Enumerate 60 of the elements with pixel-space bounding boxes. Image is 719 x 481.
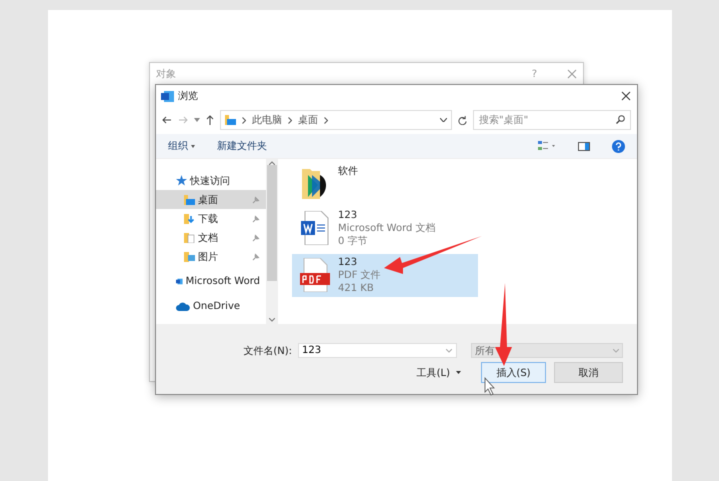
scroll-down-icon[interactable] bbox=[269, 318, 275, 322]
word-document-icon bbox=[301, 211, 329, 245]
dialog-title: 对象 bbox=[156, 68, 177, 81]
sidebar-item[interactable]: 快速访问 bbox=[156, 171, 266, 190]
pin-icon[interactable] bbox=[252, 196, 260, 204]
chevron-down-icon bbox=[446, 349, 452, 353]
breadcrumb-item[interactable]: 桌面 bbox=[298, 113, 318, 127]
pin-icon[interactable] bbox=[252, 234, 260, 242]
search-field[interactable]: 搜索"桌面" bbox=[473, 110, 631, 130]
caret-icon[interactable] bbox=[194, 118, 200, 122]
up-arrow-icon[interactable] bbox=[206, 115, 214, 125]
file-item[interactable]: 软件 bbox=[292, 163, 478, 203]
chevron-right-icon[interactable] bbox=[288, 116, 292, 124]
preview-pane-icon[interactable] bbox=[578, 142, 590, 150]
chevron-right-icon[interactable] bbox=[242, 116, 246, 124]
caret-icon bbox=[191, 144, 195, 148]
address-bar[interactable]: 此电脑 桌面 bbox=[220, 110, 452, 130]
picture-folder-icon bbox=[184, 252, 195, 262]
chevron-down-icon[interactable] bbox=[440, 118, 447, 122]
close-icon[interactable] bbox=[621, 91, 631, 101]
sidebar-item[interactable]: 桌面 bbox=[156, 190, 266, 209]
help-icon[interactable] bbox=[612, 140, 625, 152]
tools-menu[interactable]: 工具(L) bbox=[416, 366, 461, 380]
scrollbar[interactable] bbox=[266, 159, 278, 324]
file-item[interactable]: 123 Microsoft Word 文档 0 字节 bbox=[292, 207, 478, 250]
star-icon bbox=[176, 175, 187, 186]
download-folder-icon bbox=[184, 214, 195, 224]
file-type-dropdown[interactable]: 所有 bbox=[471, 343, 623, 358]
scroll-up-icon[interactable] bbox=[269, 161, 275, 165]
cloud-icon bbox=[176, 302, 190, 311]
pdf-file-icon bbox=[300, 258, 330, 292]
view-options-icon[interactable] bbox=[538, 141, 556, 151]
pin-icon[interactable] bbox=[252, 214, 260, 222]
filename-field[interactable]: 123 bbox=[298, 343, 457, 358]
document-folder-icon bbox=[184, 232, 195, 242]
dialog-button[interactable]: 插入(S) bbox=[481, 362, 546, 383]
folder-icon bbox=[302, 167, 328, 201]
word-app-icon bbox=[161, 90, 174, 102]
dialog-button[interactable]: 取消 bbox=[554, 362, 623, 383]
back-arrow-icon[interactable] bbox=[162, 116, 172, 124]
dialog-title: 浏览 bbox=[178, 90, 199, 103]
breadcrumb-item[interactable]: 此电脑 bbox=[252, 113, 282, 127]
folder-icon bbox=[184, 194, 195, 204]
new-folder-button[interactable]: 新建文件夹 bbox=[217, 139, 267, 153]
folder-icon bbox=[225, 115, 236, 125]
file-item[interactable]: 123 PDF 文件 421 KB bbox=[292, 254, 478, 297]
sidebar-item[interactable]: Microsoft Word bbox=[156, 272, 266, 291]
sidebar-item[interactable]: 文档 bbox=[156, 228, 266, 247]
search-icon bbox=[616, 115, 625, 124]
refresh-icon[interactable] bbox=[458, 116, 467, 124]
sidebar-item[interactable]: OneDrive bbox=[156, 297, 266, 316]
pin-icon[interactable] bbox=[252, 252, 260, 260]
organize-menu[interactable]: 组织 bbox=[168, 139, 195, 153]
caret-icon bbox=[456, 371, 461, 374]
sidebar-item[interactable]: 图片 bbox=[156, 247, 266, 266]
filename-label: 文件名(N): bbox=[243, 344, 292, 358]
sidebar-item[interactable]: 下载 bbox=[156, 209, 266, 228]
chevron-down-icon bbox=[613, 348, 619, 352]
word-icon bbox=[176, 276, 183, 287]
chevron-right-icon[interactable] bbox=[324, 116, 328, 124]
